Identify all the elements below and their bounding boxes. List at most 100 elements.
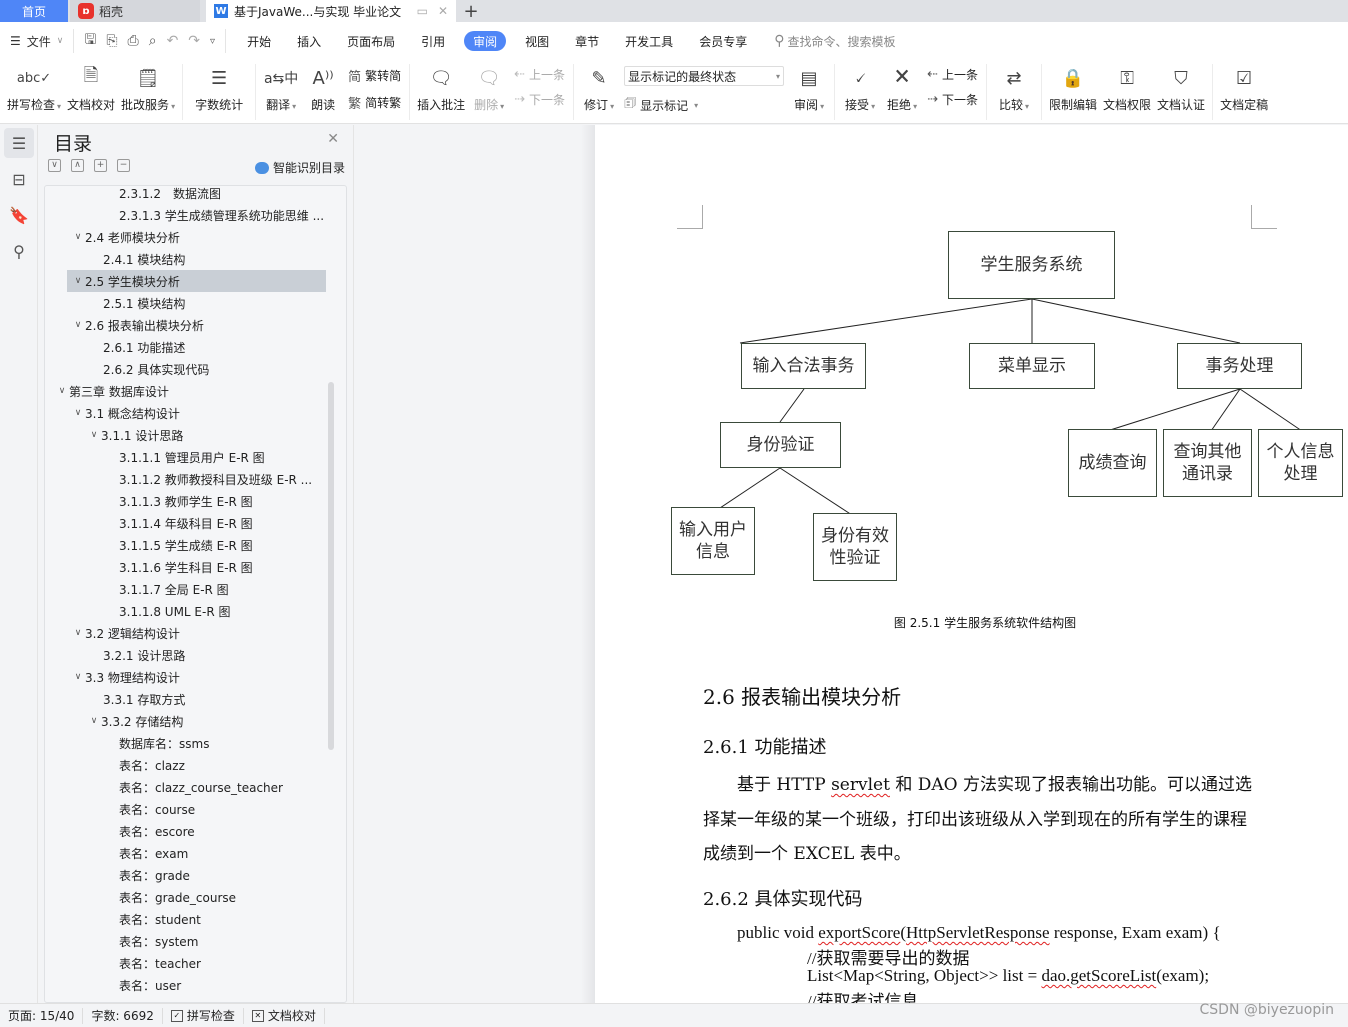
tab-document[interactable]: W 基于JavaWe...与实现 毕业论文 ▭ ✕ <box>206 0 456 22</box>
tab-home[interactable]: 首页 <box>0 0 68 22</box>
spell-flag-word[interactable]: exportScore <box>818 923 900 942</box>
spell-flag-word[interactable]: dao.getScoreList <box>1041 966 1156 985</box>
chevron-down-icon[interactable]: ∨ <box>71 408 85 418</box>
ribbon-tab-view[interactable]: 视图 <box>512 31 562 51</box>
bookmark-icon[interactable]: 🔖 <box>4 200 34 230</box>
toc-item[interactable]: 表名：escore <box>103 820 195 842</box>
ribbon-tab-home[interactable]: 开始 <box>234 31 284 51</box>
toc-item[interactable]: 3.1.1.4 年级科目 E-R 图 <box>103 512 253 534</box>
simp-to-trad-button[interactable]: 繁简转繁 <box>348 93 401 112</box>
ribbon-tab-insert[interactable]: 插入 <box>284 31 334 51</box>
document-page[interactable]: 学生服务系统 输入合法事务 菜单显示 事务处理 身份验证 输入用户信息 身份有效… <box>595 125 1348 1003</box>
toc-item[interactable]: ∨ 2.5 学生模块分析 <box>67 270 326 292</box>
command-search[interactable]: ⚲ 查找命令、搜索模板 <box>774 33 895 50</box>
word-count-button[interactable]: ☰ 字数统计 <box>187 64 251 113</box>
next-comment-button[interactable]: ⇢ 下一条 <box>514 91 565 108</box>
spell-check-button[interactable]: abc✓ 拼写检查 <box>4 64 64 113</box>
file-menu-button[interactable]: ☰ 文件 ∨ <box>0 29 75 53</box>
toc-item[interactable]: 表名：course <box>103 798 195 820</box>
toc-item[interactable]: 数据库名：ssms <box>103 732 209 754</box>
toc-item[interactable]: 3.1.1.7 全局 E-R 图 <box>103 578 229 600</box>
toc-item[interactable]: 3.1.1.8 UML E-R 图 <box>103 600 231 622</box>
window-mode-icon[interactable]: ▭ <box>417 4 428 18</box>
chevron-down-icon[interactable]: ∨ <box>71 276 85 286</box>
toc-item[interactable]: 2.3.1.3 学生成绩管理系统功能思维 ... <box>103 204 324 226</box>
toc-item[interactable]: ∨ 2.4 老师模块分析 <box>71 226 180 248</box>
search-panel-icon[interactable]: ⚲ <box>4 236 34 266</box>
toc-item[interactable]: 3.1.1.3 教师学生 E-R 图 <box>103 490 253 512</box>
status-doc-proofread[interactable]: ✕ 文档校对 <box>244 1007 325 1024</box>
redo-icon[interactable]: ↷ <box>188 33 200 49</box>
toc-item[interactable]: 表名：user <box>103 974 181 996</box>
toc-item[interactable]: 表名：clazz_course_teacher <box>103 776 283 798</box>
export-pdf-icon[interactable]: ⎘ <box>106 33 117 49</box>
expand-all-icon[interactable]: ∨ <box>48 159 61 172</box>
delete-comment-button[interactable]: 🗨 删除 <box>468 64 510 113</box>
word-count-indicator[interactable]: 字数: 6692 <box>83 1007 163 1024</box>
toc-item[interactable]: 表名：system <box>103 930 198 952</box>
smart-toc-button[interactable]: 智能识别目录 <box>254 159 345 176</box>
toc-item[interactable]: 3.1.1.6 学生科目 E-R 图 <box>103 556 253 578</box>
status-spell-check[interactable]: ✓ 拼写检查 <box>163 1007 244 1024</box>
toc-item[interactable]: ∨ 3.2 逻辑结构设计 <box>71 622 180 644</box>
doc-finalize-button[interactable]: ☑ 文档定稿 <box>1217 64 1271 113</box>
demote-icon[interactable]: − <box>117 159 130 172</box>
chevron-down-icon[interactable]: ∨ <box>87 716 101 726</box>
toc-item[interactable]: ∨ 3.3 物理结构设计 <box>71 666 180 688</box>
toc-panel-icon[interactable]: ☰ <box>4 128 34 158</box>
chevron-down-icon[interactable]: ∨ <box>71 232 85 242</box>
toc-item[interactable]: 3.1.1.2 教师教授科目及班级 E-R ... <box>103 468 312 490</box>
chevron-down-icon[interactable]: ∨ <box>87 430 101 440</box>
toc-item[interactable]: 2.6.2 具体实现代码 <box>87 358 209 380</box>
toc-item[interactable]: 2.4.1 模块结构 <box>87 248 185 270</box>
print-preview-icon[interactable]: ⌕ <box>149 33 157 49</box>
toc-item[interactable]: ∨ 3.1.1 设计思路 <box>87 424 184 446</box>
spell-flag-word[interactable]: servlet <box>831 775 890 795</box>
markup-state-select[interactable]: 显示标记的最终状态 ▾ <box>624 66 785 86</box>
print-icon[interactable]: ⎙ <box>128 33 139 49</box>
collapse-all-icon[interactable]: ∧ <box>71 159 84 172</box>
tab-daoke[interactable]: ɒ 稻壳 <box>70 0 200 22</box>
chevron-down-icon[interactable]: ∨ <box>71 628 85 638</box>
insert-comment-button[interactable]: 🗨 插入批注 <box>414 64 468 113</box>
ribbon-tab-references[interactable]: 引用 <box>408 31 458 51</box>
prev-comment-button[interactable]: ⇠ 上一条 <box>514 66 565 83</box>
toc-item[interactable]: 2.5.1 模块结构 <box>87 292 185 314</box>
promote-icon[interactable]: + <box>94 159 107 172</box>
toc-item[interactable]: 3.3.1 存取方式 <box>87 688 185 710</box>
prev-change-button[interactable]: ⇠ 上一条 <box>927 66 978 83</box>
toc-item[interactable]: 3.1.1.5 学生成绩 E-R 图 <box>103 534 253 556</box>
doc-permission-button[interactable]: ⚿ 文档权限 <box>1100 64 1154 113</box>
show-markup-button[interactable]: 🗊 显示标记 <box>624 94 784 116</box>
grading-service-button[interactable]: 🗒 批改服务 <box>118 64 178 113</box>
chevron-down-icon[interactable]: ∨ <box>71 672 85 682</box>
compare-button[interactable]: ⇄ 比较 <box>991 64 1037 113</box>
restrict-edit-button[interactable]: 🔒 限制编辑 <box>1046 64 1100 113</box>
toc-item[interactable]: ∨ 3.3.2 存储结构 <box>87 710 184 732</box>
track-changes-button[interactable]: ✎ 修订 <box>578 64 620 113</box>
reject-button[interactable]: 🗙 拒绝 <box>881 64 923 113</box>
doc-proofread-button[interactable]: 🗎 文档校对 <box>64 64 118 113</box>
new-tab-button[interactable]: + <box>456 0 486 22</box>
toc-item[interactable]: 表名：exam <box>103 842 188 864</box>
toc-item[interactable]: 表名：clazz <box>103 754 185 776</box>
ribbon-tab-review[interactable]: 审阅 <box>464 31 507 51</box>
save-icon[interactable]: 🖫 <box>84 29 96 53</box>
trad-to-simp-button[interactable]: 简繁转简 <box>348 66 401 85</box>
undo-icon[interactable]: ↶ <box>167 33 179 49</box>
ribbon-tab-developer[interactable]: 开发工具 <box>612 31 686 51</box>
toc-item[interactable]: 表名：student <box>103 908 201 930</box>
doc-cert-button[interactable]: ⛉ 文档认证 <box>1154 64 1208 113</box>
next-change-button[interactable]: ⇢ 下一条 <box>927 91 978 108</box>
toc-item[interactable]: 2.6.1 功能描述 <box>87 336 185 358</box>
toc-scrollbar[interactable] <box>328 382 334 750</box>
accept-button[interactable]: 🗸 接受 <box>839 64 881 113</box>
review-pane-button[interactable]: ▤ 审阅 <box>788 64 830 113</box>
chevron-down-icon[interactable]: ∨ <box>55 386 69 396</box>
customize-toolbar-icon[interactable]: ▿ <box>210 36 215 47</box>
close-icon[interactable]: ✕ <box>327 131 339 147</box>
toc-item[interactable]: 2.3.1.2 数据流图 <box>103 186 221 204</box>
read-aloud-button[interactable]: A⁾⁾ 朗读 <box>302 64 344 113</box>
toc-item[interactable]: 表名：teacher <box>103 952 201 974</box>
toc-item[interactable]: 3.2.1 设计思路 <box>87 644 185 666</box>
